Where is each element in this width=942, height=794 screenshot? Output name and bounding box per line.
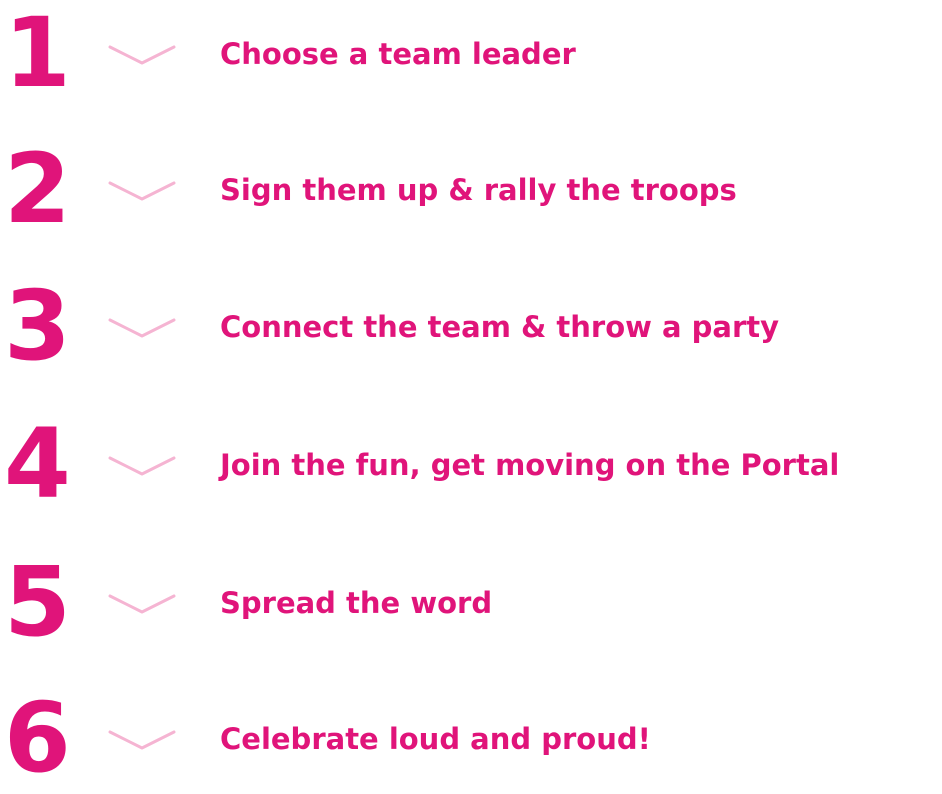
chevron-down-icon [108, 179, 176, 203]
step-label: Join the fun, get moving on the Portal [220, 448, 840, 482]
step-number: 1 [4, 0, 71, 109]
step-2: 2 Sign them up & rally the troops [0, 139, 942, 239]
step-6: 6 Celebrate loud and proud! [0, 688, 942, 788]
step-label: Choose a team leader [220, 37, 576, 71]
step-4: 4 Join the fun, get moving on the Portal [0, 414, 942, 514]
step-label: Sign them up & rally the troops [220, 173, 737, 207]
step-1: 1 Choose a team leader [0, 3, 942, 103]
chevron-down-icon [108, 316, 176, 340]
step-label: Spread the word [220, 586, 493, 620]
step-number: 6 [4, 682, 71, 794]
step-label: Connect the team & throw a party [220, 310, 780, 344]
chevron-down-icon [108, 728, 176, 752]
chevron-down-icon [108, 43, 176, 67]
chevron-down-icon [108, 592, 176, 616]
step-number: 3 [4, 270, 71, 382]
step-5: 5 Spread the word [0, 552, 942, 652]
chevron-down-icon [108, 454, 176, 478]
step-number: 5 [4, 546, 71, 658]
step-number: 4 [4, 408, 71, 520]
step-number: 2 [4, 133, 71, 245]
step-3: 3 Connect the team & throw a party [0, 276, 942, 376]
step-label: Celebrate loud and proud! [220, 722, 651, 756]
